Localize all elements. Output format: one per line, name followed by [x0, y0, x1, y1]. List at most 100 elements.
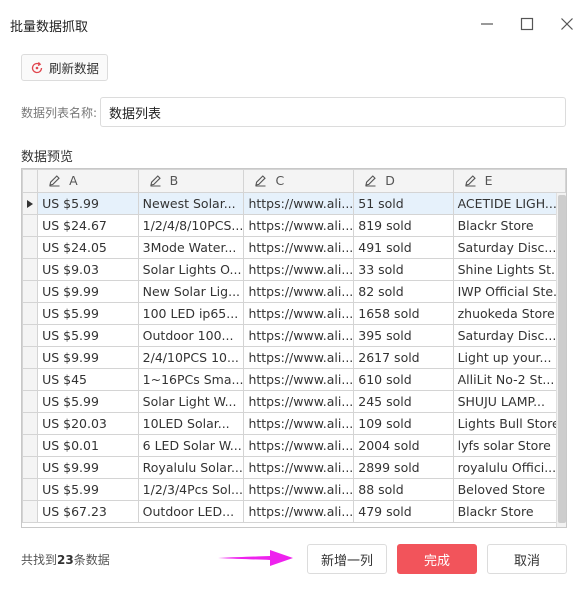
table-cell[interactable]: 33 sold: [353, 258, 454, 281]
column-header-e[interactable]: E: [452, 169, 566, 193]
row-header[interactable]: [22, 214, 39, 237]
table-cell[interactable]: Blackr Store: [452, 500, 566, 523]
table-cell[interactable]: 395 sold: [353, 324, 454, 347]
table-cell[interactable]: US $5.99: [37, 324, 139, 347]
row-header[interactable]: [22, 346, 39, 369]
row-header[interactable]: [22, 324, 39, 347]
table-cell[interactable]: 610 sold: [353, 368, 454, 391]
table-cell[interactable]: https://www.ali...: [243, 390, 355, 413]
table-row[interactable]: US $5.99 Outdoor 100... https://www.ali...…: [22, 324, 566, 347]
row-header[interactable]: [22, 302, 39, 325]
table-cell[interactable]: US $5.99: [37, 478, 139, 501]
table-cell[interactable]: Blackr Store: [452, 214, 566, 237]
table-cell[interactable]: 109 sold: [353, 412, 454, 435]
table-cell[interactable]: US $45: [37, 368, 139, 391]
done-button[interactable]: 完成: [397, 544, 477, 574]
table-cell[interactable]: Outdoor LED...: [137, 500, 245, 523]
table-cell[interactable]: 88 sold: [353, 478, 454, 501]
row-header[interactable]: [22, 390, 39, 413]
table-row[interactable]: US $0.01 6 LED Solar W... https://www.ali.…: [22, 434, 566, 457]
table-row[interactable]: US $24.67 1/2/4/8/10PCS... https://www.ali…: [22, 214, 566, 237]
table-cell[interactable]: https://www.ali...: [243, 302, 355, 325]
table-cell[interactable]: 2/4/10PCS 10...: [137, 346, 245, 369]
row-header[interactable]: [22, 368, 39, 391]
table-cell[interactable]: US $5.99: [37, 302, 139, 325]
table-cell[interactable]: US $9.99: [37, 280, 139, 303]
table-cell[interactable]: https://www.ali...: [243, 324, 355, 347]
table-cell[interactable]: https://www.ali...: [243, 368, 355, 391]
table-cell[interactable]: https://www.ali...: [243, 346, 355, 369]
table-row[interactable]: US $5.99 Newest Solar... https://www.ali..…: [22, 192, 566, 215]
table-cell[interactable]: Solar Light W...: [137, 390, 245, 413]
table-cell[interactable]: https://www.ali...: [243, 258, 355, 281]
row-header[interactable]: [22, 434, 39, 457]
row-header[interactable]: [22, 500, 39, 523]
row-header[interactable]: [22, 280, 39, 303]
table-row[interactable]: US $5.99 Solar Light W... https://www.ali.…: [22, 390, 566, 413]
column-header-b[interactable]: B: [137, 169, 245, 193]
table-cell[interactable]: 51 sold: [353, 192, 454, 215]
table-cell[interactable]: Lights Bull Store: [452, 412, 566, 435]
maximize-button[interactable]: [517, 14, 537, 34]
table-cell[interactable]: 6 LED Solar W...: [137, 434, 245, 457]
row-header[interactable]: [22, 258, 39, 281]
refresh-data-button[interactable]: 刷新数据: [21, 54, 108, 81]
table-cell[interactable]: 82 sold: [353, 280, 454, 303]
table-cell[interactable]: 1/2/3/4Pcs Sol...: [137, 478, 245, 501]
column-header-d[interactable]: D: [353, 169, 454, 193]
table-cell[interactable]: US $67.23: [37, 500, 139, 523]
table-cell[interactable]: US $0.01: [37, 434, 139, 457]
table-cell[interactable]: AlliLit No-2 St...: [452, 368, 566, 391]
table-cell[interactable]: https://www.ali...: [243, 456, 355, 479]
table-cell[interactable]: Saturday Disc...: [452, 236, 566, 259]
table-cell[interactable]: Saturday Disc...: [452, 324, 566, 347]
table-cell[interactable]: https://www.ali...: [243, 214, 355, 237]
table-cell[interactable]: 1~16PCs Sma...: [137, 368, 245, 391]
table-cell[interactable]: US $5.99: [37, 192, 139, 215]
pencil-icon[interactable]: [149, 174, 162, 187]
table-cell[interactable]: 491 sold: [353, 236, 454, 259]
vertical-scrollbar[interactable]: [556, 193, 566, 527]
table-cell[interactable]: https://www.ali...: [243, 434, 355, 457]
table-cell[interactable]: https://www.ali...: [243, 192, 355, 215]
close-button[interactable]: [557, 14, 575, 34]
pencil-icon[interactable]: [254, 174, 267, 187]
add-column-button[interactable]: 新增一列: [307, 544, 387, 574]
table-cell[interactable]: SHUJU LAMP...: [452, 390, 566, 413]
table-row[interactable]: US $5.99 1/2/3/4Pcs Sol... https://www.ali…: [22, 478, 566, 501]
table-cell[interactable]: https://www.ali...: [243, 236, 355, 259]
cancel-button[interactable]: 取消: [487, 544, 567, 574]
table-row[interactable]: US $45 1~16PCs Sma... https://www.ali... 61…: [22, 368, 566, 391]
table-cell[interactable]: US $9.99: [37, 456, 139, 479]
table-cell[interactable]: New Solar Lig...: [137, 280, 245, 303]
table-row[interactable]: US $5.99 100 LED ip65... https://www.ali..…: [22, 302, 566, 325]
table-cell[interactable]: Outdoor 100...: [137, 324, 245, 347]
table-row[interactable]: US $9.99 Royalulu Solar... https://www.ali…: [22, 456, 566, 479]
table-cell[interactable]: Shine Lights St...: [452, 258, 566, 281]
table-cell[interactable]: Light up your...: [452, 346, 566, 369]
table-cell[interactable]: 2004 sold: [353, 434, 454, 457]
table-cell[interactable]: 2899 sold: [353, 456, 454, 479]
table-cell[interactable]: https://www.ali...: [243, 500, 355, 523]
table-cell[interactable]: https://www.ali...: [243, 280, 355, 303]
row-header[interactable]: [22, 192, 39, 215]
table-cell[interactable]: https://www.ali...: [243, 412, 355, 435]
table-cell[interactable]: https://www.ali...: [243, 478, 355, 501]
table-cell[interactable]: US $24.67: [37, 214, 139, 237]
table-cell[interactable]: 479 sold: [353, 500, 454, 523]
table-cell[interactable]: 1658 sold: [353, 302, 454, 325]
scrollbar-thumb[interactable]: [558, 195, 566, 523]
row-header[interactable]: [22, 412, 39, 435]
row-header[interactable]: [22, 236, 39, 259]
table-cell[interactable]: ACETIDE LIGH...: [452, 192, 566, 215]
minimize-button[interactable]: [477, 14, 497, 34]
table-cell[interactable]: 245 sold: [353, 390, 454, 413]
table-cell[interactable]: US $5.99: [37, 390, 139, 413]
table-cell[interactable]: Beloved Store: [452, 478, 566, 501]
pencil-icon[interactable]: [464, 174, 477, 187]
table-row[interactable]: US $20.03 10LED Solar... https://www.ali..…: [22, 412, 566, 435]
table-cell[interactable]: US $9.99: [37, 346, 139, 369]
table-cell[interactable]: Solar Lights O...: [137, 258, 245, 281]
list-name-input[interactable]: [100, 97, 566, 127]
table-cell[interactable]: royalulu Offici...: [452, 456, 566, 479]
